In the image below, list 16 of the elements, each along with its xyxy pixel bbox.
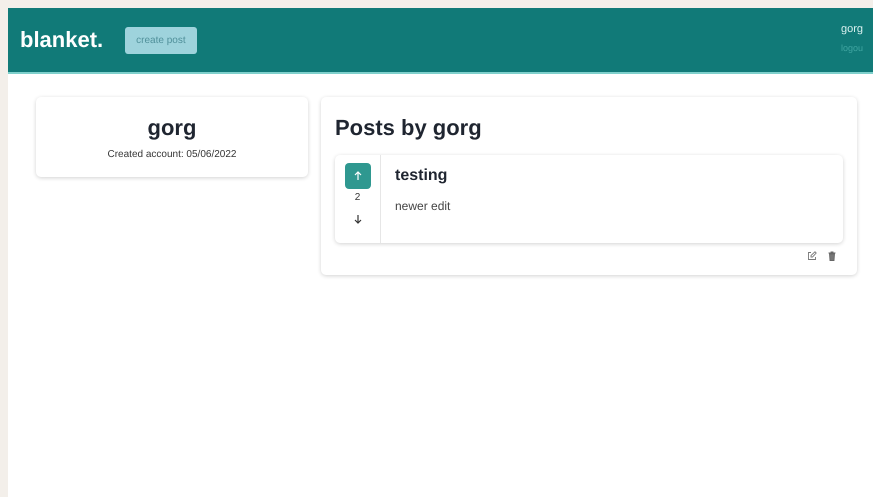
post-body: newer edit: [395, 199, 450, 213]
delete-button[interactable]: [827, 251, 837, 261]
create-post-button[interactable]: create post: [125, 26, 197, 54]
posts-heading: Posts by gorg: [335, 115, 483, 141]
vote-score: 2: [354, 192, 360, 203]
edit-icon: [807, 251, 817, 261]
post-title: testing: [395, 167, 448, 185]
up-arrow-icon: [352, 171, 362, 181]
created-date: Created account: 05/06/2022: [108, 148, 236, 160]
edit-button[interactable]: [807, 251, 817, 261]
profile-name: gorg: [148, 114, 196, 140]
username: gorg: [841, 23, 864, 35]
down-arrow-icon: [352, 214, 362, 224]
logo[interactable]: blanket.: [20, 27, 104, 53]
trash-icon: [827, 251, 837, 261]
upvote-button[interactable]: [344, 163, 370, 189]
